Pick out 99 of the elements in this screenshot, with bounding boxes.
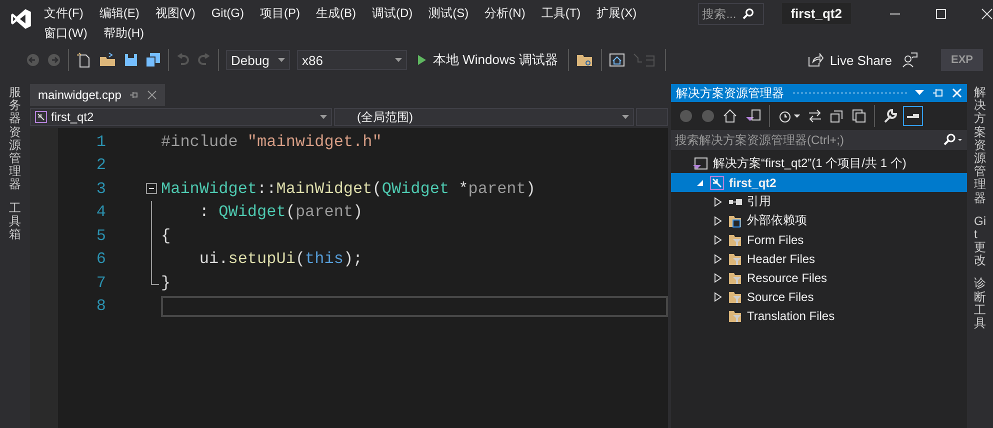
tree-item-label: first_qt2: [729, 176, 776, 190]
search-box[interactable]: 搜索...: [698, 3, 764, 25]
sync-icon[interactable]: [808, 109, 822, 123]
home-icon[interactable]: [723, 109, 737, 123]
collapse-all-icon[interactable]: [830, 109, 844, 123]
tree-item[interactable]: Header Files: [671, 249, 967, 268]
folder-search-icon[interactable]: [576, 52, 594, 68]
search-icon: [742, 8, 754, 20]
menu-item[interactable]: 视图(V): [155, 3, 196, 23]
tree-item[interactable]: Source Files: [671, 287, 967, 306]
line-number: 4: [95, 203, 106, 222]
project-dropdown[interactable]: first_qt2: [30, 108, 332, 126]
filter-folder-icon: [728, 232, 742, 246]
side-tab[interactable]: Git 更改: [974, 214, 986, 268]
line-number: 3: [95, 180, 106, 198]
menu-item[interactable]: 帮助(H): [103, 23, 144, 43]
menu-item[interactable]: Git(G): [211, 3, 244, 23]
menu-item[interactable]: 工具(T): [541, 3, 581, 23]
code-line: {: [161, 226, 171, 245]
app-logo-icon: [10, 8, 32, 30]
panel-title: 解决方案资源管理器: [676, 84, 784, 102]
side-tab[interactable]: 工具箱: [9, 202, 21, 242]
play-icon: [417, 54, 427, 66]
side-tab[interactable]: 服务器资源管理器: [9, 86, 21, 192]
line-number: 1: [95, 132, 106, 151]
line-number: 5: [95, 226, 106, 245]
switch-views-icon[interactable]: [745, 109, 761, 123]
filter-folder-icon: [728, 290, 742, 304]
tree-item[interactable]: Form Files: [671, 230, 967, 249]
menu-item[interactable]: 文件(F): [44, 3, 84, 23]
preview-icon[interactable]: [903, 106, 923, 126]
menu-item[interactable]: 分析(N): [484, 3, 526, 23]
folder-icon: [728, 214, 742, 228]
code-line: ui.setupUi(this);: [198, 250, 363, 268]
file-tab-label: mainwidget.cpp: [38, 88, 122, 102]
run-debugger-button[interactable]: 本地 Windows 调试器: [414, 49, 561, 71]
project-icon: [35, 111, 47, 123]
platform-dropdown[interactable]: x86: [297, 50, 407, 70]
tree-item[interactable]: 引用: [671, 192, 967, 211]
history-icon[interactable]: [778, 109, 800, 123]
code-line: : QWidget(parent): [198, 203, 363, 222]
menu-item[interactable]: 编辑(E): [99, 3, 140, 23]
code-line: #include "mainwidget.h": [161, 132, 382, 151]
new-item-icon[interactable]: [76, 52, 92, 68]
tree-item-label: 引用: [747, 193, 771, 210]
line-number: 2: [95, 156, 106, 174]
project-icon: [710, 176, 724, 190]
tree-item-label: Translation Files: [747, 308, 835, 322]
collapse-icon[interactable]: [146, 183, 157, 194]
tree-item-label: Form Files: [747, 232, 804, 246]
share-icon: [808, 53, 824, 67]
search-field[interactable]: 搜索解决方案资源管理器(Ctrl+;): [675, 133, 943, 147]
tree-item[interactable]: 解决方案“first_qt2”(1 个项目/共 1 个): [671, 154, 967, 173]
code-line: }: [161, 274, 171, 292]
save-all-icon[interactable]: [145, 52, 161, 68]
pin-icon[interactable]: [129, 90, 140, 100]
tree-item[interactable]: first_qt2: [671, 173, 967, 192]
maximize-icon[interactable]: [935, 8, 947, 20]
filter-folder-icon: [728, 252, 742, 266]
feedback-person-icon[interactable]: [902, 52, 918, 68]
line-number: 7: [95, 274, 106, 292]
tree-item-label: Source Files: [747, 290, 814, 304]
search-field[interactable]: 搜索...: [702, 7, 742, 21]
tree-item-label: 解决方案“first_qt2”(1 个项目/共 1 个): [713, 155, 906, 172]
tree-item[interactable]: Translation Files: [671, 306, 967, 325]
filter-folder-icon: [728, 270, 742, 284]
configuration-dropdown[interactable]: Debug: [226, 50, 290, 70]
side-tab[interactable]: 解决方案资源管理器: [974, 86, 986, 205]
code-line: MainWidget::MainWidget(QWidget *parent): [161, 180, 536, 198]
line-number: 6: [95, 250, 106, 268]
filter-folder-icon: [728, 308, 742, 322]
menu-item[interactable]: 测试(S): [428, 3, 469, 23]
tree-item-label: 外部依赖项: [747, 212, 807, 229]
exp-button[interactable]: EXP: [940, 49, 983, 71]
menu-item[interactable]: 窗口(W): [44, 23, 88, 43]
menu-item[interactable]: 项目(P): [260, 3, 300, 23]
wrench-icon[interactable]: [883, 109, 897, 123]
search-icon: [943, 133, 963, 147]
menu-item[interactable]: 扩展(X): [596, 3, 637, 23]
open-folder-icon[interactable]: [99, 52, 117, 68]
file-tab[interactable]: mainwidget.cpp: [30, 84, 166, 106]
home-window-icon[interactable]: [608, 52, 625, 68]
caret-icon[interactable]: [915, 90, 924, 96]
solution-icon: [692, 156, 708, 170]
menu-item[interactable]: 生成(B): [316, 3, 356, 23]
tree-item-label: Resource Files: [747, 270, 828, 284]
tree-item[interactable]: Resource Files: [671, 268, 967, 287]
expanded-arrow-icon[interactable]: [696, 178, 704, 186]
live-share-button[interactable]: Live Share: [804, 50, 895, 70]
search-box[interactable]: 搜索解决方案资源管理器(Ctrl+;): [671, 130, 967, 150]
tree-item-label: Header Files: [747, 252, 816, 266]
window-title: first_qt2: [782, 3, 851, 24]
side-tab[interactable]: 诊断工具: [974, 277, 986, 330]
line-number: 8: [95, 297, 106, 316]
menu-item[interactable]: 调试(D): [372, 3, 413, 23]
scope-dropdown[interactable]: (全局范围): [334, 108, 634, 126]
copy-icon[interactable]: [852, 109, 866, 123]
tree-item[interactable]: 外部依赖项: [671, 211, 967, 230]
save-icon[interactable]: [124, 53, 138, 67]
